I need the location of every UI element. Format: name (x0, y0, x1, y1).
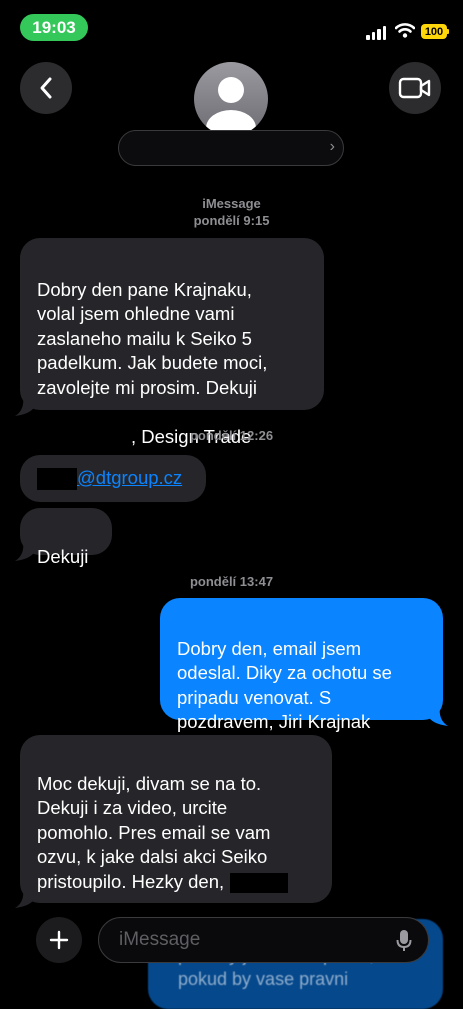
timestamp-day: pondělí (193, 213, 240, 228)
timestamp-day: pondělí (189, 574, 237, 589)
message-incoming-4[interactable]: Moc dekuji, divam se na to. Dekuji i za … (20, 735, 332, 941)
chevron-right-icon: › (329, 138, 335, 155)
timestamp-2: pondělí 12:26 (160, 428, 303, 443)
contact-name-pill[interactable]: › (118, 130, 344, 166)
timestamp-3: pondělí 13:47 (160, 574, 303, 589)
message-incoming-1[interactable]: Dobry den pane Krajnaku, volal jsem ohle… (20, 238, 324, 448)
message-text: Dekuji (37, 545, 89, 567)
contact-avatar[interactable] (194, 62, 268, 136)
timestamp-1: pondělí 9:15 (0, 213, 463, 228)
video-call-icon (398, 77, 431, 99)
message-incoming-2[interactable]: @dtgroup.cz (20, 455, 206, 502)
redacted-email-user (37, 468, 77, 491)
email-link[interactable]: @dtgroup.cz (77, 467, 182, 488)
microphone-icon[interactable] (396, 929, 412, 953)
timestamp-time: 9:15 (243, 213, 270, 228)
plus-icon (49, 930, 69, 950)
redacted-name (230, 872, 289, 893)
message-input-placeholder: iMessage (119, 929, 201, 950)
status-time: 19:03 (20, 14, 88, 41)
wifi-icon (395, 23, 415, 38)
message-text: Dobry den pane Krajnaku, volal jsem ohle… (37, 278, 268, 398)
signal-icon (366, 26, 386, 40)
service-label: iMessage (202, 196, 261, 211)
bubble-tail (15, 888, 35, 908)
message-text: Dobry den, email jsem odeslal. Diky za o… (177, 637, 392, 733)
back-button[interactable] (20, 62, 72, 114)
message-outgoing-1[interactable]: Dobry den, email jsem odeslal. Diky za o… (160, 598, 443, 732)
video-call-button[interactable] (389, 62, 441, 114)
timestamp-day: pondělí (189, 428, 237, 443)
timestamp-time: 12:26 (239, 428, 274, 443)
bubble-tail (15, 541, 35, 561)
message-input[interactable]: iMessage (98, 917, 429, 963)
bubble-tail (428, 706, 448, 726)
person-avatar-icon (206, 77, 256, 136)
add-attachment-button[interactable] (36, 917, 82, 963)
bubble-tail (15, 396, 35, 416)
back-chevron-icon (40, 77, 52, 99)
timestamp-time: 13:47 (239, 574, 274, 589)
redacted-name (37, 427, 131, 448)
battery-nub (447, 29, 449, 34)
battery-icon: 100 (421, 24, 447, 39)
